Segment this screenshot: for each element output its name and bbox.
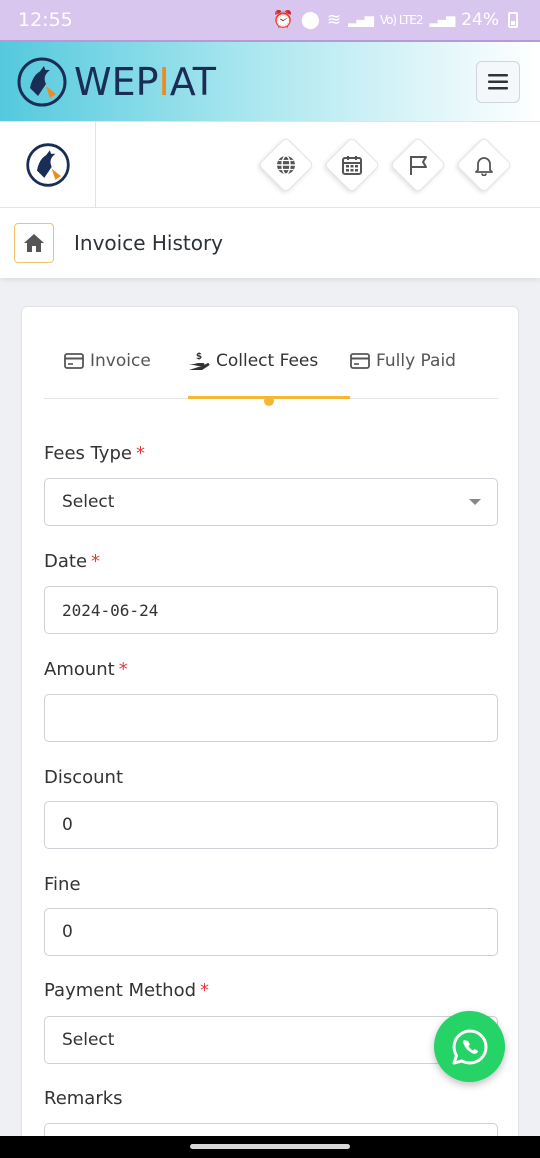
fees-type-value: Select: [62, 492, 115, 512]
discount-label: Discount: [44, 767, 124, 788]
fine-input[interactable]: 0: [44, 908, 498, 956]
chevron-down-icon: [469, 499, 481, 505]
brand-name: WEPIAT: [74, 59, 216, 104]
flag-icon: [410, 156, 427, 175]
remarks-label: Remarks: [44, 1088, 123, 1109]
toolbar-logo[interactable]: [0, 122, 96, 208]
battery-text: 24%: [461, 10, 499, 30]
breadcrumb: Invoice History: [0, 208, 540, 278]
logo-icon: [25, 143, 70, 187]
home-icon: [24, 234, 44, 252]
toolbar: [0, 122, 540, 208]
wifi-icon: ≋: [326, 10, 342, 30]
amount-label: Amount *: [44, 659, 128, 680]
tab-invoice[interactable]: Invoice: [64, 351, 151, 371]
fine-value: 0: [62, 922, 73, 942]
location-icon: ⬤: [300, 10, 320, 30]
signal-icon-2: ▂▄▆: [429, 13, 456, 27]
status-time: 12:55: [18, 9, 73, 31]
notifications-button[interactable]: [455, 136, 513, 194]
app-header: WEPIAT: [0, 42, 540, 122]
date-value: 2024-06-24: [62, 600, 159, 620]
hand-dollar-icon: $: [189, 352, 210, 370]
svg-text:$: $: [196, 352, 202, 362]
payment-method-value: Select: [62, 1030, 115, 1050]
hamburger-menu-button[interactable]: [476, 60, 520, 103]
home-gesture-handle[interactable]: [190, 1144, 350, 1149]
page-title: Invoice History: [74, 231, 224, 255]
discount-input[interactable]: 0: [44, 801, 498, 849]
globe-icon: [277, 155, 295, 175]
fine-label: Fine: [44, 874, 81, 895]
status-bar: 12:55 ⏰ ⬤ ≋ ▂▄▆ Vo) LTE2 ▂▄▆ 24%: [0, 0, 540, 42]
fees-type-select[interactable]: Select: [44, 478, 498, 526]
battery-icon: [508, 12, 518, 28]
whatsapp-icon: [452, 1029, 487, 1064]
tab-invoice-label: Invoice: [90, 351, 151, 371]
payment-method-label: Payment Method *: [44, 980, 210, 1001]
hamburger-icon: [488, 73, 508, 89]
date-label: Date *: [44, 551, 101, 572]
brand[interactable]: WEPIAT: [16, 56, 216, 108]
tab-collect-fees-label: Collect Fees: [216, 351, 319, 371]
calendar-icon: [342, 156, 362, 175]
bell-icon: [475, 157, 493, 176]
home-button[interactable]: [14, 223, 54, 263]
active-tab-dot: [264, 396, 274, 406]
brand-logo-icon: [17, 57, 67, 106]
fees-type-label: Fees Type *: [44, 443, 145, 464]
tab-bar: Invoice $ Collect Fees Fully Paid: [44, 337, 498, 406]
system-nav-bar: [0, 1136, 540, 1158]
lte-label: Vo) LTE2: [379, 13, 424, 27]
card-icon: [64, 353, 84, 369]
tab-fully-paid-label: Fully Paid: [376, 351, 456, 371]
calendar-button[interactable]: [323, 136, 381, 194]
discount-value: 0: [62, 815, 73, 835]
card-icon: [350, 353, 370, 369]
tab-fully-paid[interactable]: Fully Paid: [350, 351, 456, 371]
tab-collect-fees[interactable]: $ Collect Fees: [188, 351, 318, 371]
globe-button[interactable]: [257, 136, 315, 194]
flag-button[interactable]: [389, 136, 447, 194]
amount-input[interactable]: [44, 694, 498, 742]
signal-icon: ▂▄▆: [348, 13, 374, 27]
date-input[interactable]: 2024-06-24: [44, 586, 498, 634]
alarm-icon: ⏰: [272, 10, 294, 30]
status-icons: ⏰ ⬤ ≋ ▂▄▆ Vo) LTE2 ▂▄▆ 24%: [273, 10, 518, 30]
whatsapp-button[interactable]: [434, 1011, 505, 1082]
payment-method-select[interactable]: Select: [44, 1016, 498, 1064]
